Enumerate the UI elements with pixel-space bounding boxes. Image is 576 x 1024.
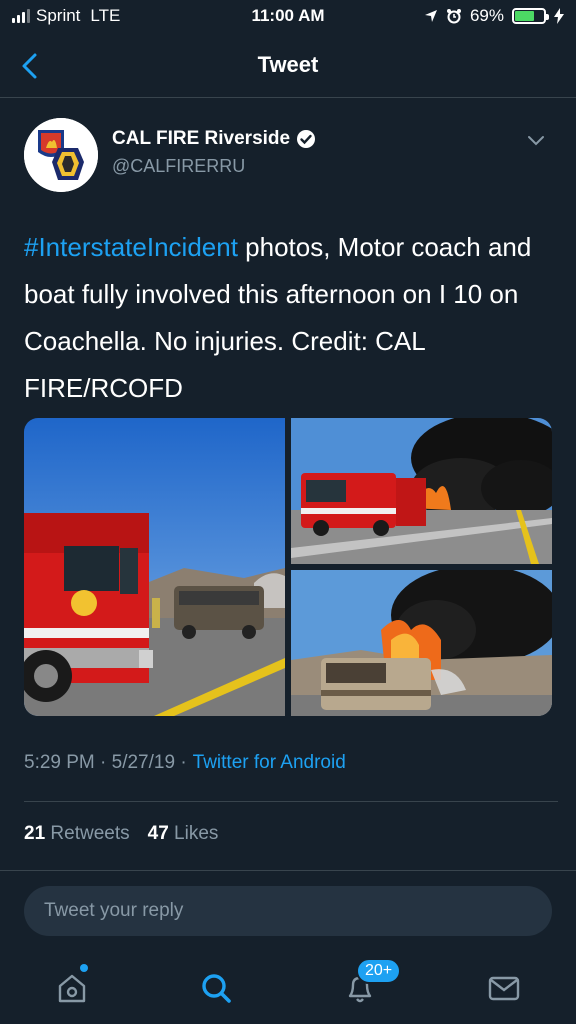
tweet-text: #InterstateIncident photos, Motor coach … xyxy=(24,224,554,412)
photo-fire-smoke[interactable] xyxy=(291,418,552,564)
reply-placeholder: Tweet your reply xyxy=(44,900,184,921)
cal-fire-logo-icon xyxy=(24,118,98,192)
author-name[interactable]: CAL FIRE Riverside xyxy=(112,128,290,150)
divider xyxy=(24,801,558,802)
location-arrow-icon xyxy=(424,10,437,22)
tweet-stats: 21 Retweets 47 Likes xyxy=(24,823,218,845)
mail-icon[interactable] xyxy=(484,968,524,1008)
home-new-content-dot xyxy=(80,964,88,972)
retweets-stat[interactable]: 21 Retweets xyxy=(24,823,130,845)
retweets-label: Retweets xyxy=(50,823,130,844)
alarm-icon xyxy=(446,9,461,24)
page-title: Tweet xyxy=(257,52,319,77)
navigation-bar: Tweet xyxy=(0,34,576,98)
hashtag-link[interactable]: #InterstateIncident xyxy=(24,232,238,262)
retweets-count: 21 xyxy=(24,823,46,844)
reply-input[interactable]: Tweet your reply xyxy=(24,886,552,936)
status-bar: Sprint LTE 11:00 AM 69% xyxy=(0,0,576,34)
author-avatar[interactable] xyxy=(24,118,98,192)
home-icon[interactable] xyxy=(52,968,92,1008)
likes-count: 47 xyxy=(147,823,169,844)
battery-icon xyxy=(512,8,549,24)
tweet-timestamp: 5:29 PM · 5/27/19 · xyxy=(24,752,187,773)
notifications-badge: 20+ xyxy=(356,958,402,984)
photo-fire-smoke-icon xyxy=(291,418,552,564)
likes-stat[interactable]: 47 Likes xyxy=(148,823,219,845)
author-handle[interactable]: @CALFIRERRU xyxy=(112,156,245,177)
battery-percent: 69% xyxy=(469,6,504,25)
tweet-meta: 5:29 PM · 5/27/19 · Twitter for Android xyxy=(24,752,346,774)
photo-fire-truck[interactable] xyxy=(24,418,285,716)
likes-label: Likes xyxy=(174,823,219,844)
chevron-down-icon[interactable] xyxy=(526,134,546,148)
photo-fire-truck-icon xyxy=(24,418,285,716)
tweet-media-grid xyxy=(24,418,552,716)
tweet-source-link[interactable]: Twitter for Android xyxy=(193,752,346,774)
charging-bolt-icon xyxy=(554,8,564,24)
author-name-row: CAL FIRE Riverside xyxy=(112,128,316,150)
photo-burning-coach[interactable] xyxy=(291,570,552,716)
divider xyxy=(0,870,576,871)
bottom-tab-bar xyxy=(0,952,576,1024)
verified-badge-icon xyxy=(297,130,316,148)
tweet-author-header: CAL FIRE Riverside @CALFIRERRU xyxy=(24,118,552,194)
status-right: 69% xyxy=(424,6,564,26)
photo-burning-coach-icon xyxy=(291,570,552,716)
search-icon[interactable] xyxy=(196,968,236,1008)
